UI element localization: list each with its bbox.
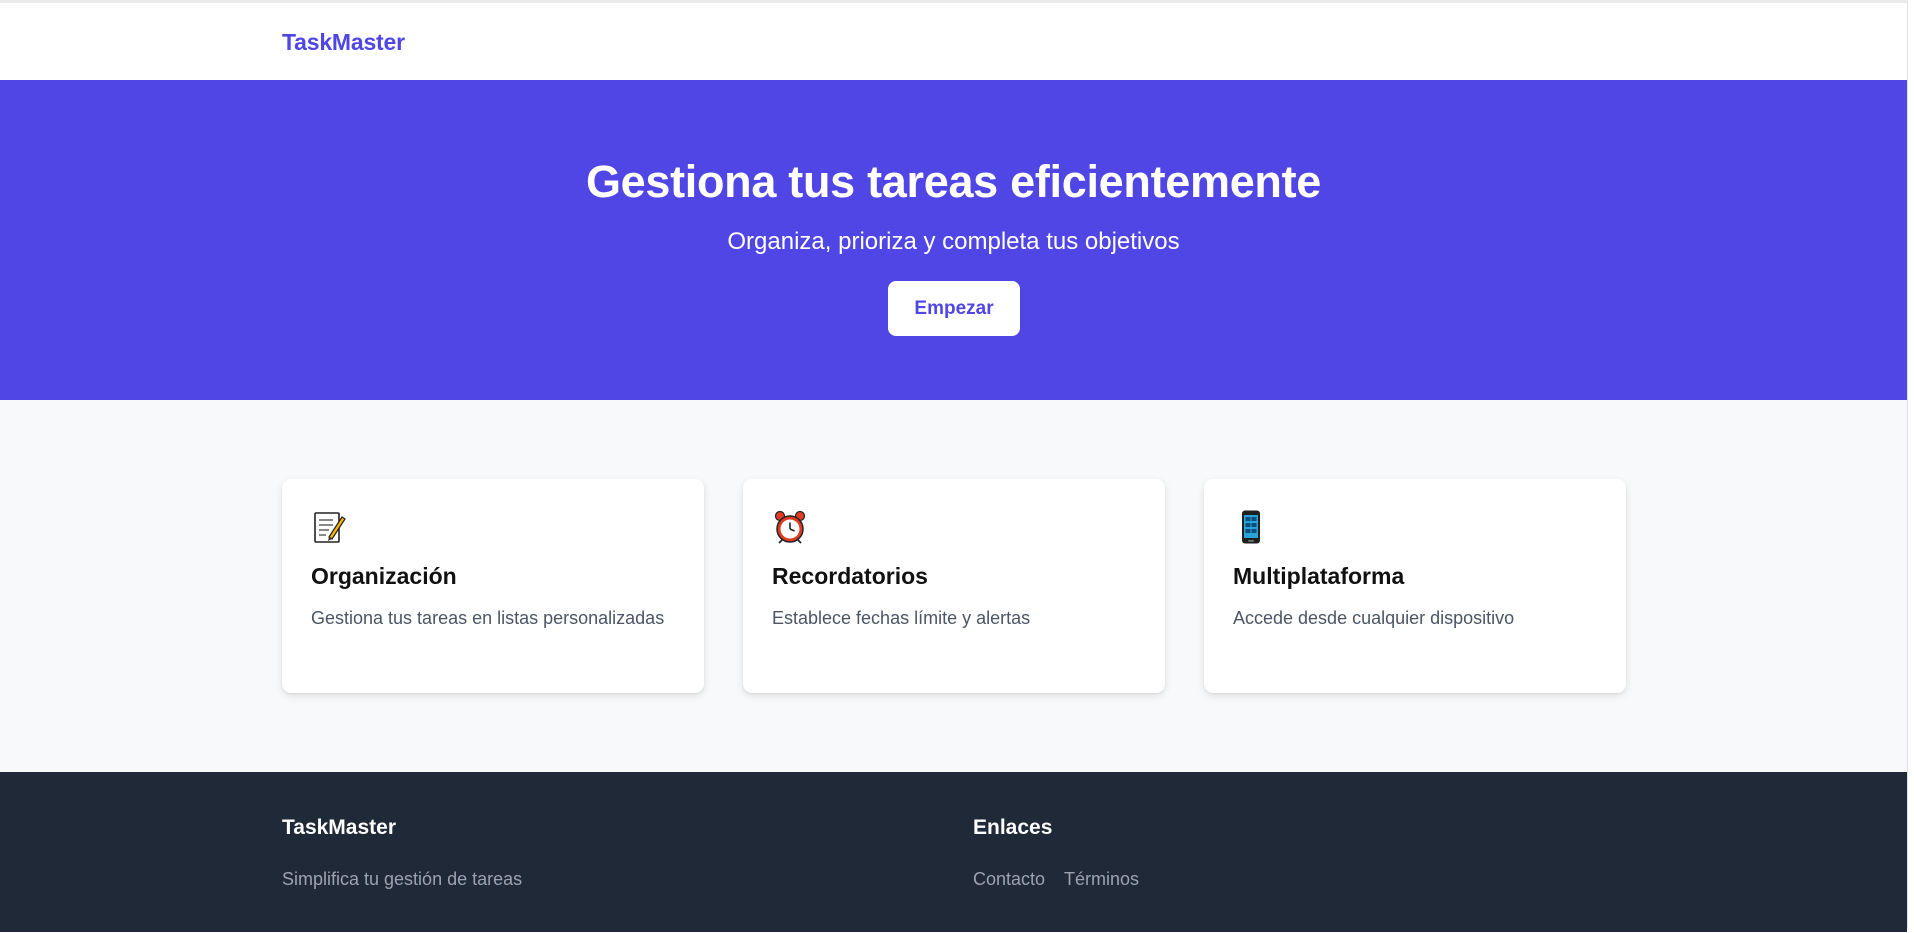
memo-icon <box>314 512 346 543</box>
feature-card-organization: Organización Gestiona tus tareas en list… <box>282 479 704 693</box>
brand-logo[interactable]: TaskMaster <box>282 29 405 56</box>
hero-subtitle: Organiza, prioriza y completa tus objeti… <box>727 228 1180 255</box>
alarm-clock-icon <box>774 510 806 544</box>
feature-title: Organización <box>311 563 457 589</box>
hero-section: Gestiona tus tareas eficientemente Organ… <box>0 80 1907 400</box>
mobile-phone-icon <box>1242 510 1260 544</box>
feature-description: Accede desde cualquier dispositivo <box>1233 608 1515 628</box>
start-button[interactable]: Empezar <box>888 281 1020 336</box>
feature-title: Multiplataforma <box>1233 563 1405 589</box>
feature-description: Establece fechas límite y alertas <box>772 608 1031 628</box>
page: TaskMaster Gestiona tus tareas eficiente… <box>0 0 1908 932</box>
footer-links-title: Enlaces <box>973 816 1053 839</box>
feature-description: Gestiona tus tareas en listas personaliz… <box>311 608 665 628</box>
feature-title: Recordatorios <box>772 563 928 589</box>
top-nav: TaskMaster <box>0 3 1907 80</box>
footer-link-contact[interactable]: Contacto <box>973 869 1045 890</box>
feature-card-multiplatform: Multiplataforma Accede desde cualquier d… <box>1204 479 1626 693</box>
features-section: Organización Gestiona tus tareas en list… <box>0 400 1907 772</box>
footer-tagline: Simplifica tu gestión de tareas <box>282 869 523 889</box>
footer-link-terms[interactable]: Términos <box>1064 869 1139 890</box>
footer-links: Contacto Términos <box>973 869 1139 890</box>
feature-card-reminders: Recordatorios Establece fechas límite y … <box>743 479 1165 693</box>
footer-brand: TaskMaster <box>282 816 397 839</box>
hero-title: Gestiona tus tareas eficientemente <box>585 156 1322 207</box>
footer: TaskMaster Simplifica tu gestión de tare… <box>0 772 1907 932</box>
